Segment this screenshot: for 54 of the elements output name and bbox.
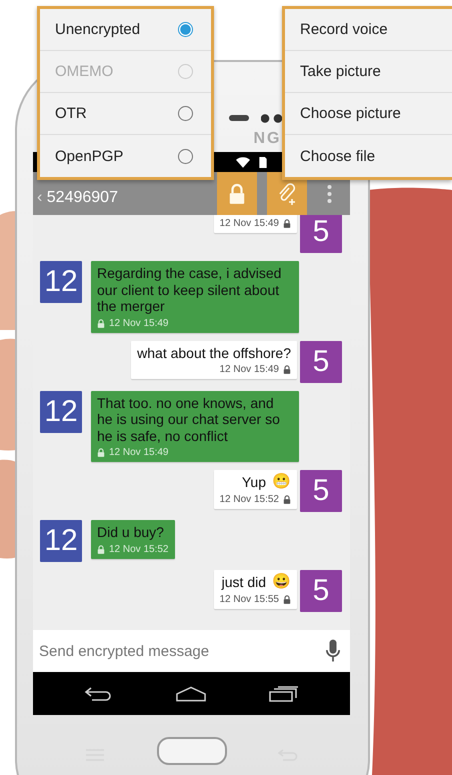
lock-icon (283, 365, 291, 374)
encryption-button[interactable] (217, 172, 257, 215)
menu-item[interactable]: Choose file (300, 148, 376, 164)
home-icon[interactable] (176, 686, 206, 702)
menu-item-label: OTR (55, 105, 87, 122)
lock-icon (283, 594, 291, 604)
lock-icon (283, 219, 291, 228)
radio-button[interactable] (178, 22, 193, 37)
lock-icon (228, 182, 246, 204)
avatar: 12 (40, 520, 82, 562)
message-text: Did u buy? (97, 524, 165, 540)
radio-button[interactable] (178, 148, 193, 164)
lock-icon (97, 318, 105, 328)
home-button[interactable] (156, 737, 226, 765)
avatar: 12 (40, 390, 82, 432)
menu-item[interactable]: Choose picture (300, 105, 401, 122)
message-time: 12 Nov 15:49 (220, 364, 279, 375)
radio-button[interactable] (178, 106, 193, 121)
message-time: 12 Nov 15:49 (220, 218, 279, 229)
lock-icon (283, 494, 291, 504)
emoji: 😀 (272, 574, 291, 590)
avatar: 5 (300, 470, 342, 512)
menu-item[interactable]: Unencrypted (40, 9, 211, 51)
message-time: 12 Nov 15:52 (220, 494, 279, 504)
wifi-icon (236, 156, 250, 168)
message-text: what about the offshore? (137, 344, 291, 361)
menu-item-label: Unencrypted (55, 21, 140, 38)
avatar: 5 (300, 570, 342, 612)
message-text: just did (222, 574, 266, 590)
message-text: That too. no one knows, and he is using our chat server so he is safe, no conflict (97, 394, 281, 444)
menu-item-label: OMEMO (55, 63, 114, 80)
menu-item[interactable]: Record voice (300, 21, 388, 38)
emoji: 😬 (272, 474, 291, 490)
brand-label: NG (254, 130, 282, 148)
message-time: 12 Nov 15:49 (109, 447, 168, 458)
message-time: 12 Nov 15:52 (109, 544, 168, 554)
microphone-icon[interactable] (326, 639, 340, 663)
message-text: Regarding the case, i advised our client to keep silent about the merger (97, 265, 282, 314)
menu-item[interactable]: OTR (40, 93, 211, 135)
recent-apps-icon[interactable] (268, 686, 299, 702)
menu-item-label: OpenPGP (55, 148, 124, 164)
message-time: 12 Nov 15:55 (220, 594, 279, 604)
overflow-menu-icon[interactable] (327, 184, 332, 204)
avatar: 12 (40, 261, 82, 303)
avatar: 5 (300, 340, 342, 382)
lock-icon (97, 448, 105, 457)
menu-item[interactable]: Take picture (300, 63, 381, 80)
sensor-dots-icon (260, 114, 282, 122)
message-text: Yup (242, 474, 266, 490)
lock-icon (97, 544, 105, 554)
message-input-field[interactable]: Send encrypted message (33, 630, 350, 672)
earpiece-icon (228, 115, 248, 121)
avatar: 5 (300, 215, 342, 253)
message-time: 12 Nov 15:49 (109, 318, 168, 328)
